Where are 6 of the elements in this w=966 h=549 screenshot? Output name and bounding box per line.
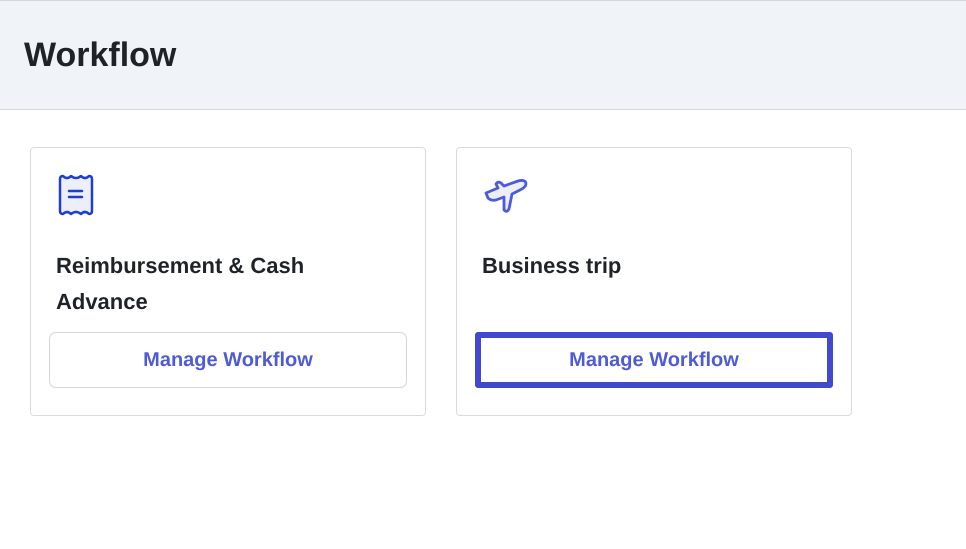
card-title: Reimbursement & Cash Advance — [56, 252, 306, 316]
manage-workflow-button[interactable]: Manage Workflow — [475, 332, 833, 388]
card-title: Business trip — [482, 252, 622, 280]
receipt-icon — [56, 173, 96, 217]
page-title: Workflow — [24, 36, 176, 74]
manage-workflow-button[interactable]: Manage Workflow — [49, 332, 407, 388]
